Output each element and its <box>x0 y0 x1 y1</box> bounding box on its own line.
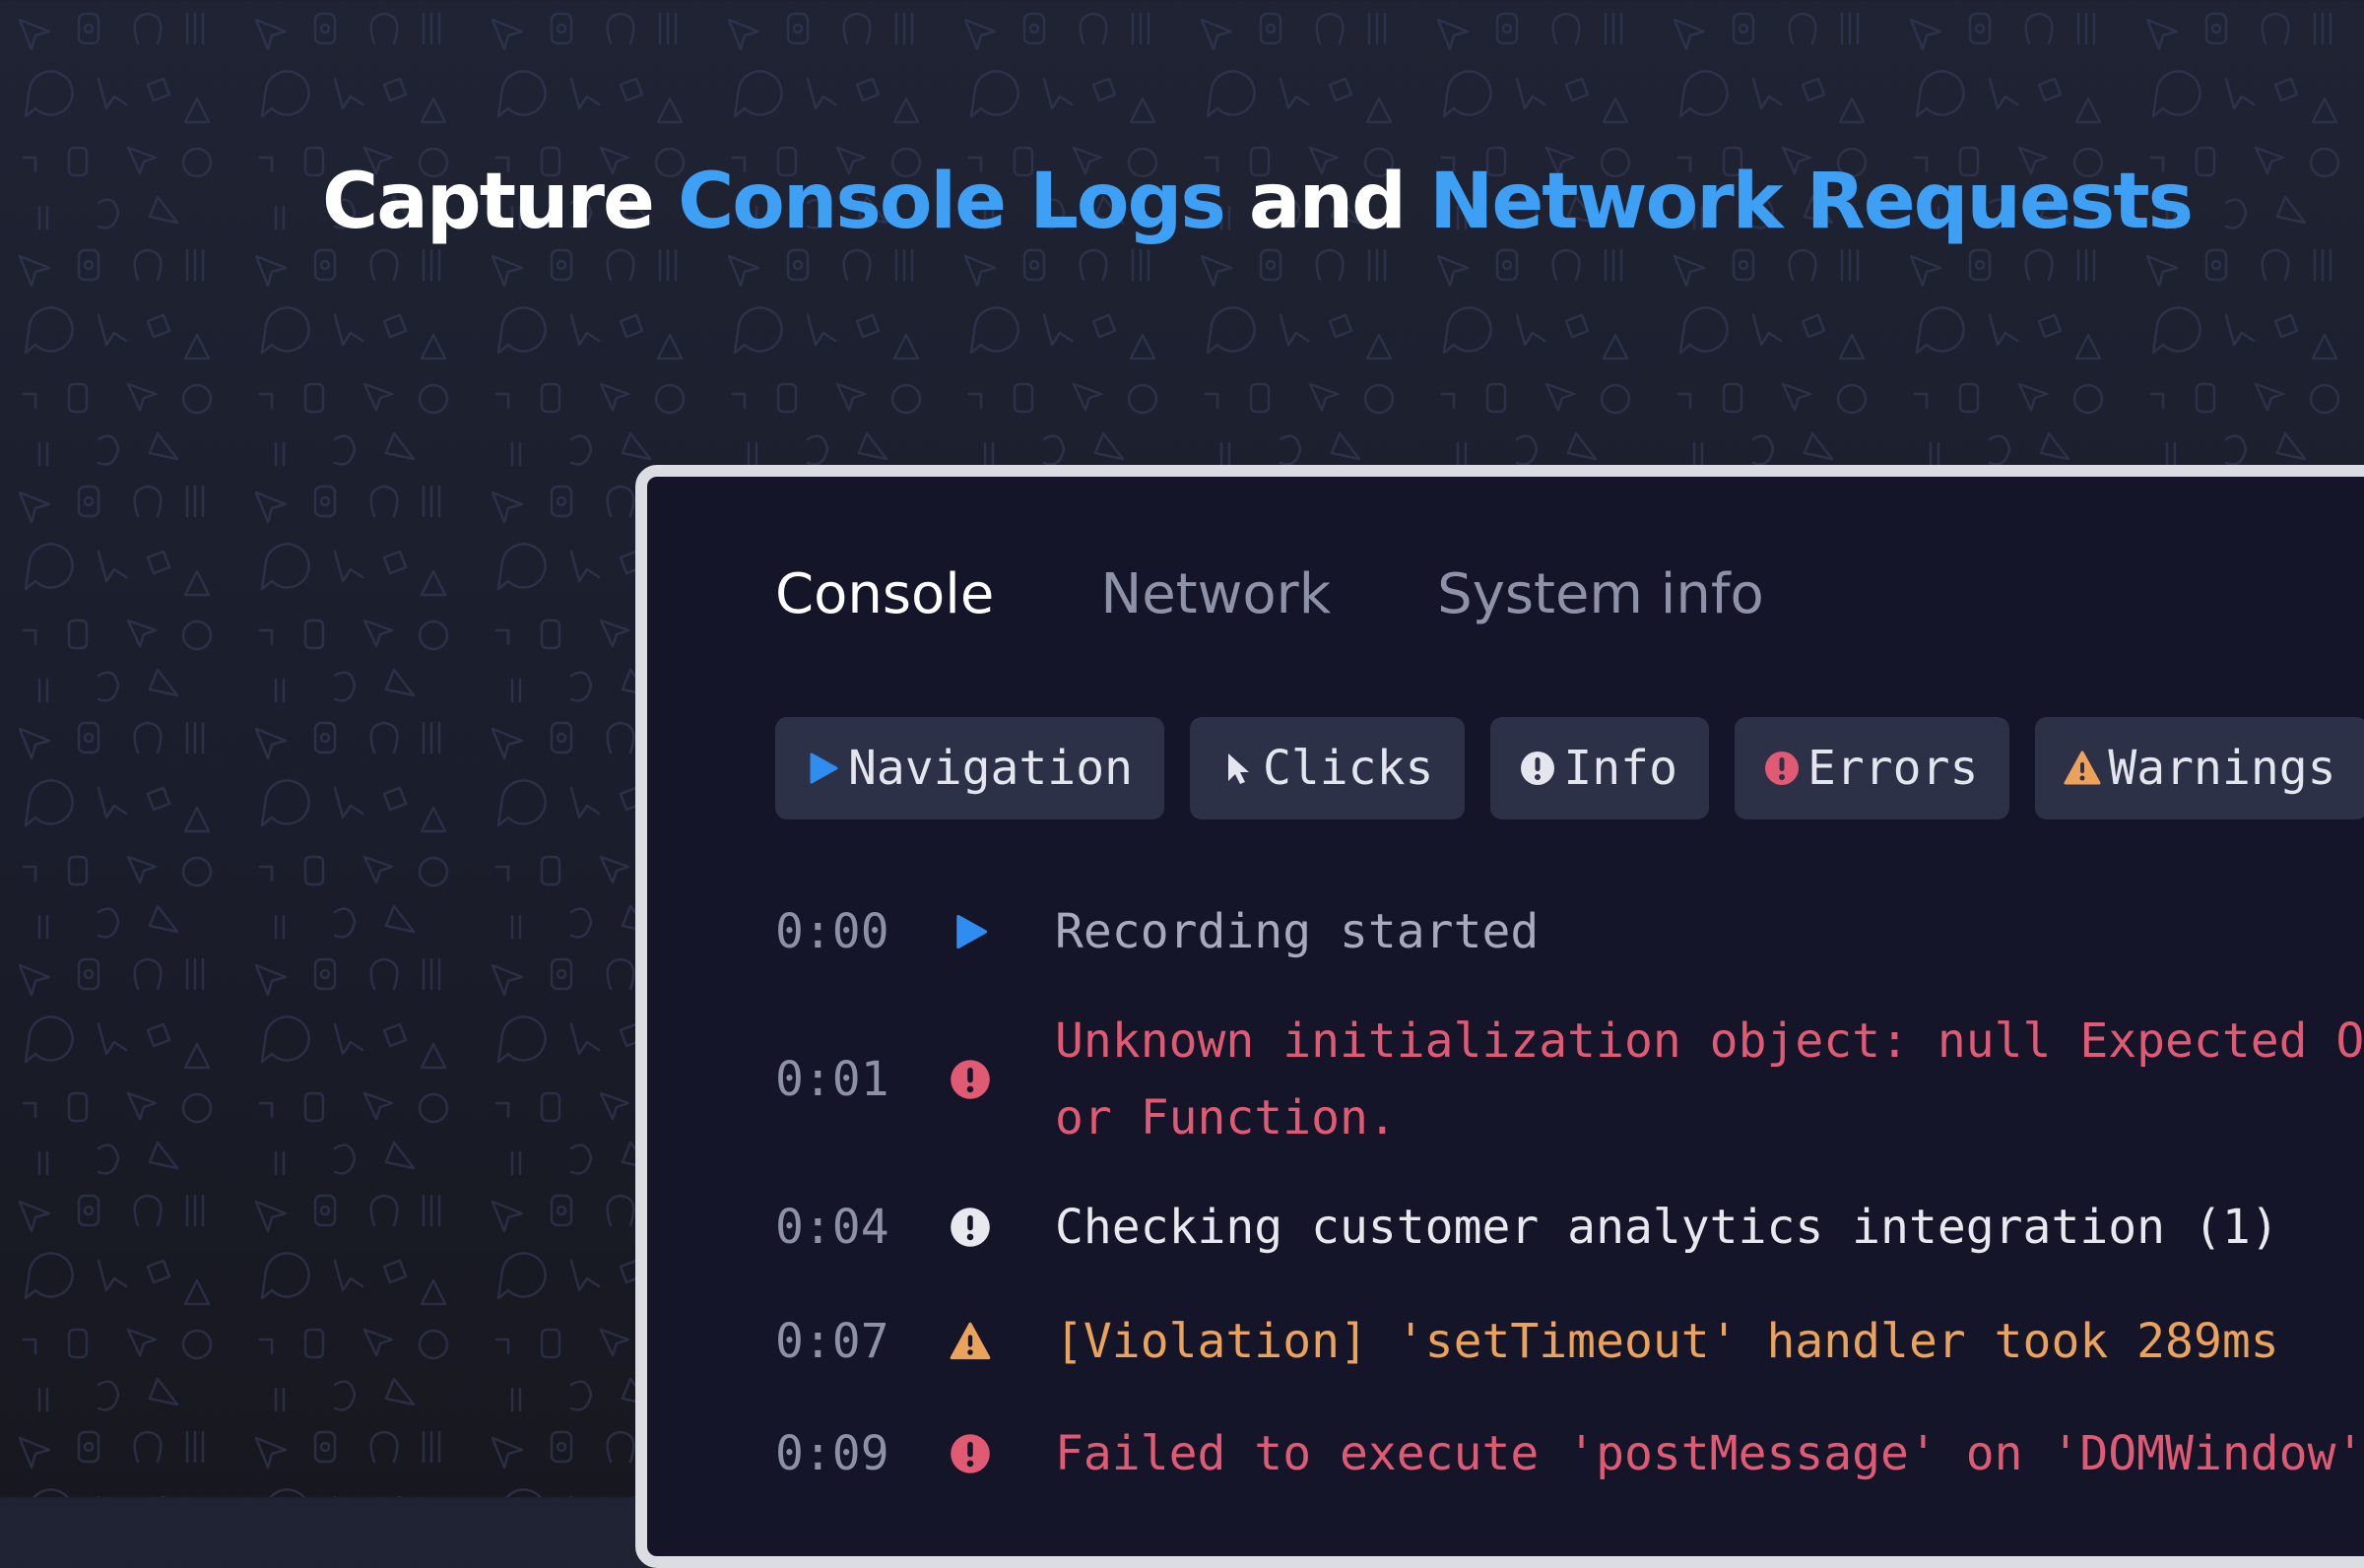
page-headline: Capture Console Logs and Network Request… <box>322 148 2194 256</box>
play-icon <box>810 752 838 784</box>
log-message: Unknown initialization object: null Expe… <box>1055 1003 2364 1156</box>
log-row[interactable]: 0:04 Checking customer analytics integra… <box>775 1186 2364 1269</box>
log-message: Failed to execute 'postMessage' on 'DOMW… <box>1055 1426 2364 1481</box>
filter-errors-label: Errors <box>1806 741 1979 796</box>
log-filter-bar: Navigation Clicks Info Errors Warnings <box>775 717 2364 819</box>
error-icon <box>1764 751 1799 785</box>
log-timestamp: 0:00 <box>775 904 889 959</box>
filter-warnings-button[interactable]: Warnings <box>2035 717 2364 819</box>
tab-bar: Console Network System info <box>775 555 1764 634</box>
filter-info-button[interactable]: Info <box>1490 717 1709 819</box>
warning-icon <box>950 1322 991 1360</box>
log-message-line: Unknown initialization object: null Expe… <box>1055 1013 2364 1069</box>
headline-text-and: and <box>1223 158 1430 246</box>
log-timestamp: 0:04 <box>775 1200 889 1255</box>
log-message-line: or Function. <box>1055 1090 1397 1145</box>
filter-info-label: Info <box>1563 741 1677 796</box>
filter-navigation-button[interactable]: Navigation <box>775 717 1164 819</box>
devtools-window: Console Network System info Navigation C… <box>635 465 2364 1568</box>
filter-clicks-button[interactable]: Clicks <box>1189 717 1466 819</box>
headline-text-capture: Capture <box>322 158 679 246</box>
play-icon <box>956 914 988 949</box>
log-timestamp: 0:09 <box>775 1426 889 1481</box>
console-log-list: 0:00 Recording started 0:01 Unknown init… <box>775 890 2364 1495</box>
log-message: Checking customer analytics integration … <box>1055 1200 2279 1255</box>
info-icon <box>951 1208 990 1247</box>
filter-warnings-label: Warnings <box>2108 741 2336 796</box>
tab-network[interactable]: Network <box>1100 555 1331 634</box>
log-row[interactable]: 0:00 Recording started <box>775 890 2364 973</box>
headline-text-network-requests: Network Requests <box>1429 158 2194 246</box>
cursor-icon <box>1227 753 1249 784</box>
log-timestamp: 0:01 <box>775 1052 889 1107</box>
log-timestamp: 0:07 <box>775 1314 889 1369</box>
filter-navigation-label: Navigation <box>848 741 1133 796</box>
tab-system-info[interactable]: System info <box>1437 555 1764 634</box>
info-icon <box>1521 751 1555 785</box>
error-icon <box>951 1060 990 1099</box>
warning-icon <box>2064 751 2101 785</box>
headline-text-console-logs: Console Logs <box>678 158 1226 246</box>
log-row[interactable]: 0:09 Failed to execute 'postMessage' on … <box>775 1412 2364 1495</box>
tab-console[interactable]: Console <box>775 555 994 634</box>
filter-clicks-label: Clicks <box>1262 741 1434 796</box>
log-row[interactable]: 0:01 Unknown initialization object: null… <box>775 1003 2364 1156</box>
error-icon <box>951 1434 990 1473</box>
log-row[interactable]: 0:07 [Violation] 'setTimeout' handler to… <box>775 1300 2364 1383</box>
filter-errors-button[interactable]: Errors <box>1734 717 2010 819</box>
log-message: [Violation] 'setTimeout' handler took 28… <box>1055 1314 2279 1369</box>
log-message: Recording started <box>1055 904 1540 959</box>
